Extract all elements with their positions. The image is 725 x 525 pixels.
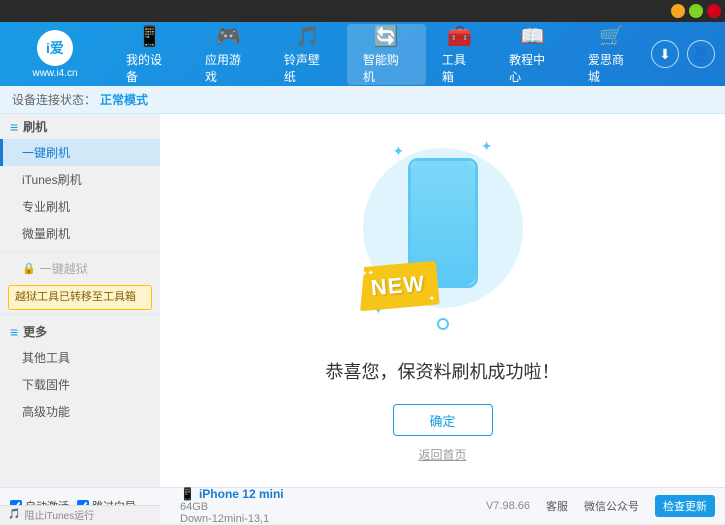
badge-stars-bottom: ✦ xyxy=(428,294,435,304)
new-badge: ✦✦ NEW ✦ xyxy=(356,261,440,312)
status-bar: 设备连接状态： 正常模式 xyxy=(0,86,725,114)
bottom-bar: 自动激活 跳过向导 📱 iPhone 12 mini 64GB Down-12m… xyxy=(0,487,725,523)
nav-my-device-label: 我的设备 xyxy=(126,51,173,85)
maximize-button[interactable] xyxy=(689,4,703,18)
bottom-right: V7.98.66 客服 微信公众号 检查更新 xyxy=(486,495,715,517)
sidebar-item-other-tools[interactable]: 其他工具 xyxy=(0,344,160,371)
one-click-flash-label: 一键刷机 xyxy=(22,146,70,160)
toolbox-icon: 🧰 xyxy=(447,24,472,49)
itunes-label: 阻止iTunes运行 xyxy=(24,507,94,522)
confirm-button[interactable]: 确定 xyxy=(393,404,493,436)
ringtones-icon: 🎵 xyxy=(295,24,320,49)
smart-shop-icon: 🔄 xyxy=(374,24,399,49)
new-badge-text: NEW xyxy=(369,271,425,302)
sidebar-item-pro-flash[interactable]: 专业刷机 xyxy=(0,193,160,220)
main-layout: ≡ 刷机 一键刷机 iTunes刷机 专业刷机 微量刷机 🔒 一键越狱 越狱工具… xyxy=(0,114,725,487)
nav-bar: 📱 我的设备 🎮 应用游戏 🎵 铃声壁纸 🔄 智能购机 🧰 工具箱 📖 教程中心… xyxy=(110,24,651,85)
logo-icon: i爱 xyxy=(37,30,73,66)
user-button[interactable]: 👤 xyxy=(687,40,715,68)
success-message: 恭喜您，保资料刷机成功啦！ xyxy=(326,358,560,384)
jailbreak-label: 一键越狱 xyxy=(40,260,88,277)
title-bar xyxy=(0,0,725,22)
home-link[interactable]: 返回首页 xyxy=(418,446,466,463)
nav-ringtones[interactable]: 🎵 铃声壁纸 xyxy=(268,24,347,85)
status-label: 设备连接状态： xyxy=(12,91,96,108)
device-storage: 64GB xyxy=(180,501,486,513)
micro-flash-label: 微量刷机 xyxy=(22,227,70,241)
nav-shop-label: 爱思商城 xyxy=(588,51,635,85)
device-name: iPhone 12 mini xyxy=(199,487,284,501)
lock-icon: 🔒 xyxy=(22,262,36,275)
sidebar-divider-2 xyxy=(0,314,160,315)
left-panel: ≡ 刷机 一键刷机 iTunes刷机 专业刷机 微量刷机 🔒 一键越狱 越狱工具… xyxy=(0,114,160,487)
sparkle-1: ✦ xyxy=(393,143,405,160)
sidebar-item-one-click-flash[interactable]: 一键刷机 xyxy=(0,139,160,166)
jailbreak-notice: 越狱工具已转移至工具箱 xyxy=(8,285,152,310)
sidebar-item-download-firmware[interactable]: 下载固件 xyxy=(0,371,160,398)
wechat-link[interactable]: 微信公众号 xyxy=(584,498,639,514)
sidebar-divider-1 xyxy=(0,251,160,252)
phone-illustration: ✦ ✦ ✦ ✦✦ NEW ✦ xyxy=(353,138,533,338)
nav-toolbox-label: 工具箱 xyxy=(442,51,477,85)
nav-app-games[interactable]: 🎮 应用游戏 xyxy=(189,24,268,85)
nav-tutorial[interactable]: 📖 教程中心 xyxy=(493,24,572,85)
flash-section-icon: ≡ xyxy=(10,119,18,135)
version-label: V7.98.66 xyxy=(486,500,530,512)
nav-app-games-label: 应用游戏 xyxy=(205,51,252,85)
other-tools-label: 其他工具 xyxy=(22,351,70,365)
app-games-icon: 🎮 xyxy=(216,24,241,49)
phone-home-button xyxy=(437,318,449,330)
status-value: 正常模式 xyxy=(100,91,148,108)
my-device-icon: 📱 xyxy=(137,24,162,49)
nav-shop[interactable]: 🛒 爱思商城 xyxy=(572,24,651,85)
minimize-button[interactable] xyxy=(671,4,685,18)
sidebar-flash-header: ≡ 刷机 xyxy=(0,114,160,139)
update-button[interactable]: 检查更新 xyxy=(655,495,715,517)
advanced-label: 高级功能 xyxy=(22,405,70,419)
itunes-icon: 🎵 xyxy=(8,509,20,520)
download-button[interactable]: ⬇ xyxy=(651,40,679,68)
sidebar-flash-label: 刷机 xyxy=(23,118,47,135)
tutorial-icon: 📖 xyxy=(520,24,545,49)
sidebar: ≡ 刷机 一键刷机 iTunes刷机 专业刷机 微量刷机 🔒 一键越狱 越狱工具… xyxy=(0,114,160,487)
sidebar-more-label: 更多 xyxy=(23,323,47,340)
device-phone-icon: 📱 xyxy=(180,487,195,501)
more-section-icon: ≡ xyxy=(10,324,18,340)
nav-tutorial-label: 教程中心 xyxy=(509,51,556,85)
header: i爱 www.i4.cn 📱 我的设备 🎮 应用游戏 🎵 铃声壁纸 🔄 智能购机… xyxy=(0,22,725,86)
nav-ringtones-label: 铃声壁纸 xyxy=(284,51,331,85)
close-button[interactable] xyxy=(707,4,721,18)
device-info: 📱 iPhone 12 mini 64GB Down-12mini-13,1 xyxy=(170,487,486,525)
header-right: ⬇ 👤 xyxy=(651,40,715,68)
sidebar-item-advanced[interactable]: 高级功能 xyxy=(0,398,160,425)
logo-area: i爱 www.i4.cn xyxy=(10,30,100,79)
pro-flash-label: 专业刷机 xyxy=(22,200,70,214)
nav-toolbox[interactable]: 🧰 工具箱 xyxy=(426,24,493,85)
sidebar-item-itunes-flash[interactable]: iTunes刷机 xyxy=(0,166,160,193)
nav-smart-shop-label: 智能购机 xyxy=(363,51,410,85)
sidebar-item-micro-flash[interactable]: 微量刷机 xyxy=(0,220,160,247)
sparkle-2: ✦ xyxy=(481,138,493,155)
logo-site: www.i4.cn xyxy=(32,68,77,79)
badge-stars-top: ✦✦ xyxy=(360,268,374,278)
itunes-flash-label: iTunes刷机 xyxy=(22,173,82,187)
nav-smart-shop[interactable]: 🔄 智能购机 xyxy=(347,24,426,85)
content-area: ✦ ✦ ✦ ✦✦ NEW ✦ 恭喜您，保资料刷机成功啦！ 确定 返回首页 xyxy=(160,114,725,487)
nav-my-device[interactable]: 📱 我的设备 xyxy=(110,24,189,85)
download-firmware-label: 下载固件 xyxy=(22,378,70,392)
service-link[interactable]: 客服 xyxy=(546,498,568,514)
sidebar-more-header: ≡ 更多 xyxy=(0,319,160,344)
sidebar-jailbreak: 🔒 一键越狱 xyxy=(0,256,160,281)
itunes-bar: 🎵 阻止iTunes运行 xyxy=(0,505,160,523)
shop-icon: 🛒 xyxy=(599,24,624,49)
